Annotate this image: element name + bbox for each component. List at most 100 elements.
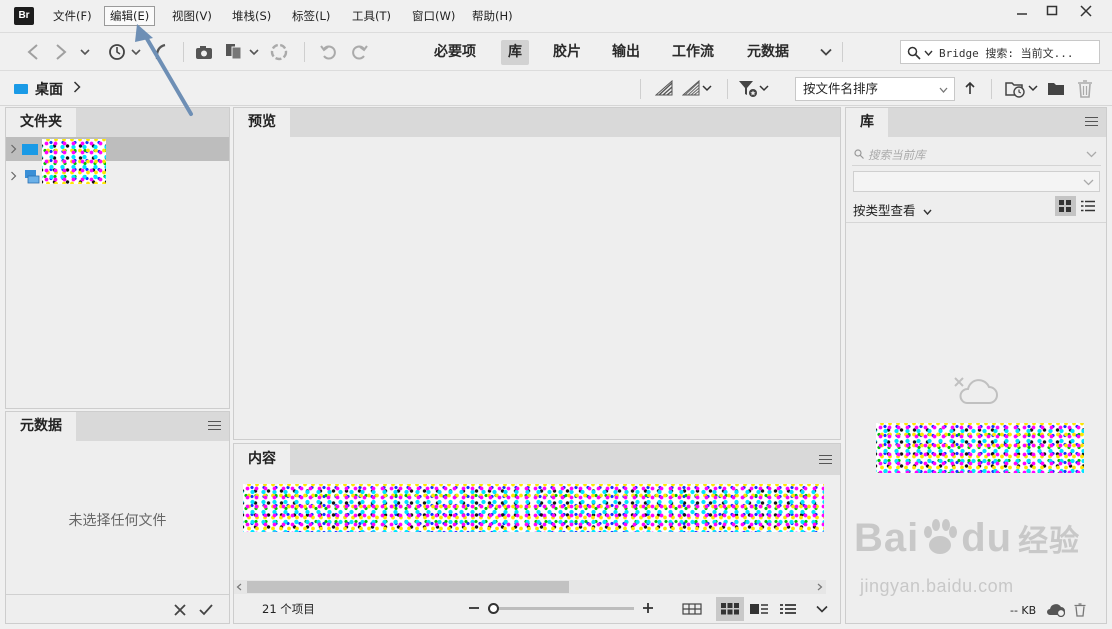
new-folder-icon[interactable] — [1047, 81, 1065, 96]
view-by-type-dropdown[interactable]: 按类型查看 — [853, 200, 932, 219]
menu-file[interactable]: 文件(F) — [48, 6, 97, 26]
minimize-button[interactable] — [1008, 1, 1036, 21]
scroll-left-icon[interactable] — [236, 583, 242, 591]
library-select-dropdown[interactable] — [853, 171, 1100, 192]
library-panel: 库 搜索当前库 按类型查看 Bai du 经验 jingyan.baidu.com … — [845, 107, 1107, 624]
close-button[interactable] — [1072, 1, 1100, 21]
pathbar-divider — [640, 79, 641, 99]
sort-by-dropdown[interactable]: 按文件名排序 — [795, 77, 955, 101]
scroll-right-icon[interactable] — [817, 583, 823, 591]
item-count: 21 个项目 — [262, 602, 315, 616]
chevron-down-icon-3[interactable] — [243, 41, 265, 63]
filter-chevron-icon[interactable] — [759, 85, 769, 92]
library-panel-menu-icon[interactable] — [1085, 117, 1098, 129]
creative-cloud-icon[interactable] — [268, 41, 290, 63]
view-by-type-label: 按类型查看 — [853, 203, 916, 218]
horizontal-scrollbar[interactable] — [234, 580, 826, 594]
thumbnail-quality-icon[interactable] — [655, 80, 673, 96]
breadcrumb-chevron-icon[interactable] — [73, 81, 81, 93]
zoom-in-icon[interactable] — [642, 602, 654, 614]
maximize-button[interactable] — [1038, 1, 1066, 21]
tab-metadata[interactable]: 元数据 — [6, 412, 76, 441]
filter-star-icon[interactable] — [738, 80, 758, 98]
toolbar-divider-3 — [842, 42, 843, 62]
trash-icon[interactable] — [1077, 80, 1093, 98]
pathbar-divider-3 — [991, 79, 992, 99]
content-panel-tabbar: 内容 — [234, 444, 840, 475]
desktop-folder-icon-2 — [22, 144, 38, 155]
content-panel-menu-icon[interactable] — [819, 455, 832, 467]
sort-by-label: 按文件名排序 — [803, 81, 879, 96]
tab-library[interactable]: 库 — [846, 108, 888, 137]
menu-stacks[interactable]: 堆栈(S) — [227, 6, 276, 26]
menu-tools[interactable]: 工具(T) — [347, 6, 396, 26]
view-options-chevron-icon[interactable] — [816, 605, 828, 613]
metadata-panel: 元数据 未选择任何文件 — [5, 411, 230, 624]
scrollbar-thumb[interactable] — [247, 581, 569, 593]
forward-arrow-icon[interactable] — [50, 41, 72, 63]
workspace-tab-filmstrip[interactable]: 胶片 — [546, 40, 588, 65]
sort-chevron-icon — [939, 87, 948, 93]
toolbar-divider-2 — [304, 42, 305, 62]
content-thumbnail-image[interactable] — [243, 484, 824, 532]
cloud-sync-icon[interactable] — [1046, 603, 1066, 617]
slider-handle[interactable] — [488, 603, 499, 614]
list-view-icon[interactable] — [780, 603, 796, 615]
library-panel-tabbar: 库 — [846, 108, 1106, 137]
search-dropdown-chevron-icon[interactable] — [924, 50, 933, 56]
sort-ascending-arrow-icon[interactable] — [964, 81, 976, 95]
back-arrow-icon[interactable] — [22, 41, 44, 63]
tab-content[interactable]: 内容 — [234, 444, 290, 475]
tab-preview[interactable]: 预览 — [234, 108, 290, 137]
expand-chevron-icon-2[interactable] — [10, 171, 17, 181]
metadata-panel-menu-icon[interactable] — [208, 421, 221, 433]
annotation-arrow — [135, 24, 193, 116]
paw-logo — [919, 517, 961, 557]
library-search-field[interactable]: 搜索当前库 — [852, 144, 1101, 166]
recent-folder-chevron-icon[interactable] — [1028, 85, 1038, 92]
search-placeholder: Bridge 搜索: 当前文... — [939, 47, 1074, 60]
cloud-offline-icon — [953, 376, 1001, 408]
zoom-out-icon[interactable] — [468, 602, 480, 614]
desktop-folder-icon — [14, 84, 28, 94]
recent-folder-icon[interactable] — [1005, 80, 1027, 98]
menu-window[interactable]: 窗口(W) — [407, 6, 460, 26]
preview-panel: 预览 — [233, 107, 841, 440]
rotate-right-icon[interactable] — [348, 41, 370, 63]
grid-lock-icon[interactable] — [682, 603, 702, 615]
cancel-x-icon[interactable] — [174, 604, 186, 616]
folders-panel: 文件夹 — [5, 107, 230, 409]
bridge-search-field[interactable]: Bridge 搜索: 当前文... — [900, 40, 1100, 64]
folder-row-selected[interactable] — [6, 137, 229, 161]
view-thumbnails-button[interactable] — [716, 597, 744, 621]
watermark-url: jingyan.baidu.com — [860, 576, 1014, 596]
library-asset-thumbnail[interactable] — [876, 423, 1084, 473]
library-search-icon — [854, 149, 864, 159]
library-divider — [846, 222, 1106, 223]
library-trash-icon[interactable] — [1074, 603, 1086, 617]
expand-chevron-icon[interactable] — [10, 144, 17, 154]
chevron-down-icon[interactable] — [74, 41, 96, 63]
workspace-tab-metadata[interactable]: 元数据 — [740, 40, 796, 65]
library-grid-view-button[interactable] — [1055, 196, 1076, 216]
library-search-chevron-icon[interactable] — [1086, 151, 1097, 158]
tab-folders[interactable]: 文件夹 — [6, 108, 76, 137]
apply-check-icon[interactable] — [199, 604, 213, 616]
library-list-view-icon[interactable] — [1081, 200, 1095, 212]
folder-row-computer[interactable] — [6, 165, 229, 187]
thumbnail-size-slider[interactable] — [488, 607, 634, 610]
workspace-tab-essentials[interactable]: 必要项 — [427, 40, 483, 65]
thumbnail-generate-icon[interactable] — [682, 80, 700, 96]
no-file-selected-text: 未选择任何文件 — [68, 513, 167, 529]
workspace-tab-workflow[interactable]: 工作流 — [665, 40, 721, 65]
details-view-icon[interactable] — [750, 603, 768, 615]
workspace-tab-library[interactable]: 库 — [501, 40, 529, 65]
menu-labels[interactable]: 标签(L) — [287, 6, 335, 26]
rotate-left-icon[interactable] — [318, 41, 340, 63]
workspace-more-chevron-icon[interactable] — [815, 41, 837, 63]
workspace-tab-output[interactable]: 输出 — [605, 40, 647, 65]
menu-help[interactable]: 帮助(H) — [467, 6, 518, 26]
quality-chevron-icon[interactable] — [702, 85, 712, 92]
library-select-chevron-icon — [1083, 179, 1094, 186]
breadcrumb-desktop[interactable]: 桌面 — [35, 79, 63, 99]
